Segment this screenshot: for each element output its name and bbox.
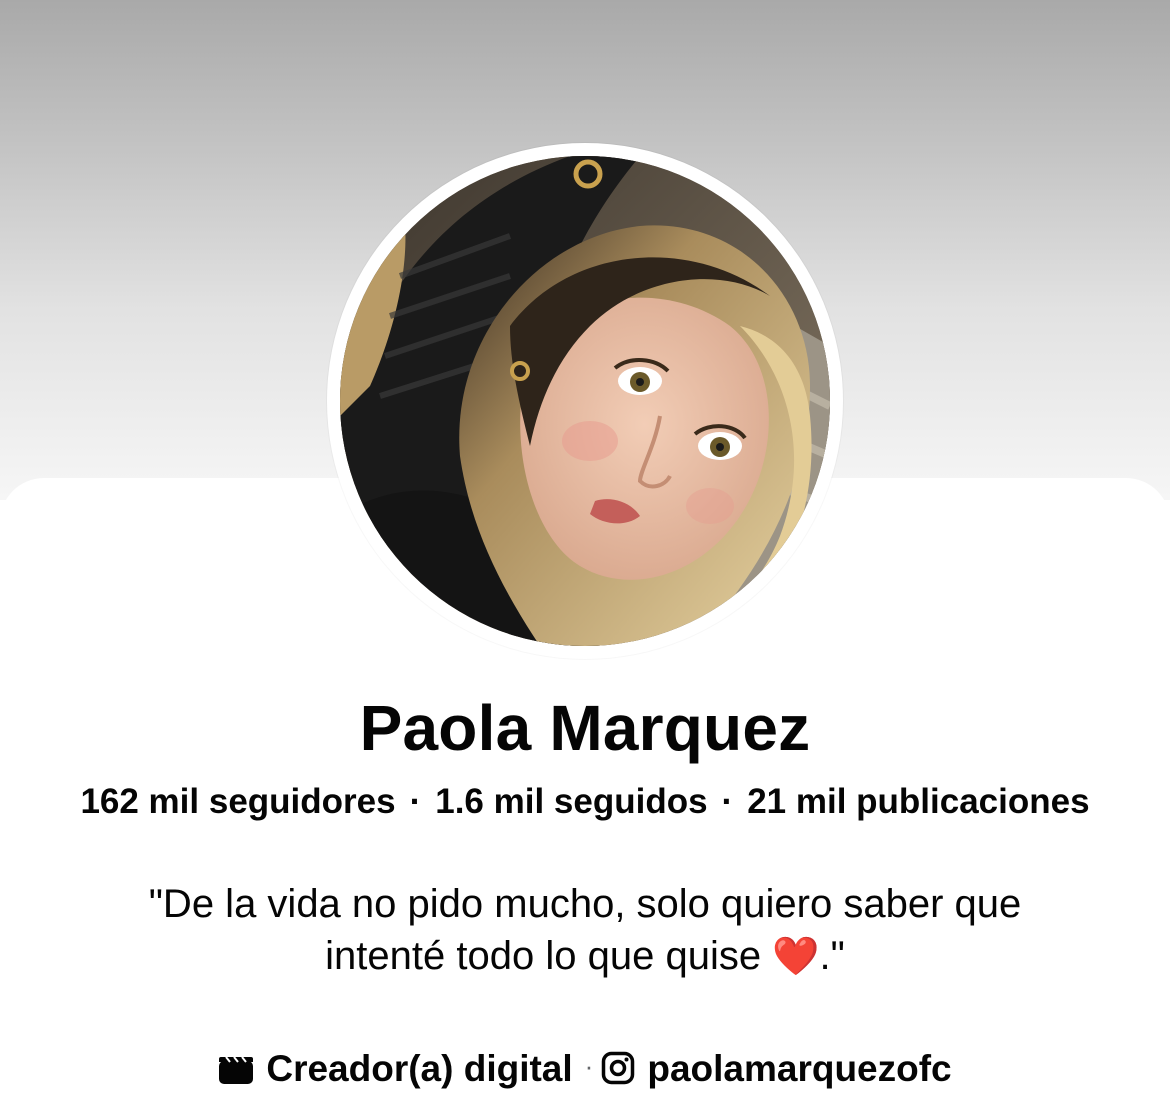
stats-separator: · bbox=[721, 782, 734, 821]
instagram-icon bbox=[601, 1049, 635, 1097]
followers-count[interactable]: 162 mil seguidores bbox=[80, 782, 395, 821]
clapperboard-icon bbox=[218, 1049, 254, 1097]
posts-count[interactable]: 21 mil publicaciones bbox=[747, 782, 1089, 821]
profile-bio: "De la vida no pido mucho, solo quiero s… bbox=[60, 878, 1110, 983]
stats-separator: · bbox=[409, 782, 422, 821]
profile-stats: 162 mil seguidores · 1.6 mil seguidos · 21 m… bbox=[0, 780, 1170, 824]
category-label: Creador(a) digital bbox=[266, 1048, 573, 1089]
bio-line-2: intenté todo lo que quise ❤️." bbox=[60, 930, 1110, 983]
details-separator: · bbox=[584, 1051, 594, 1081]
instagram-handle-link[interactable]: paolamarquezofc bbox=[647, 1048, 951, 1089]
profile-page: Paola Marquez 162 mil seguidores · 1.6 mil… bbox=[0, 0, 1170, 1105]
profile-name: Paola Marquez bbox=[359, 692, 811, 764]
profile-details: Creador(a) digital · paolamarquezofc bbox=[0, 1042, 1170, 1097]
bio-line-2-end: ." bbox=[819, 934, 845, 978]
avatar[interactable] bbox=[340, 156, 830, 646]
bio-line-2-text: intenté todo lo que quise bbox=[325, 934, 773, 978]
following-count[interactable]: 1.6 mil seguidos bbox=[435, 782, 707, 821]
bio-line-1: "De la vida no pido mucho, solo quiero s… bbox=[148, 882, 1022, 926]
avatar-portrait-illustration bbox=[340, 156, 830, 646]
heart-emoji-icon: ❤️ bbox=[772, 936, 820, 978]
